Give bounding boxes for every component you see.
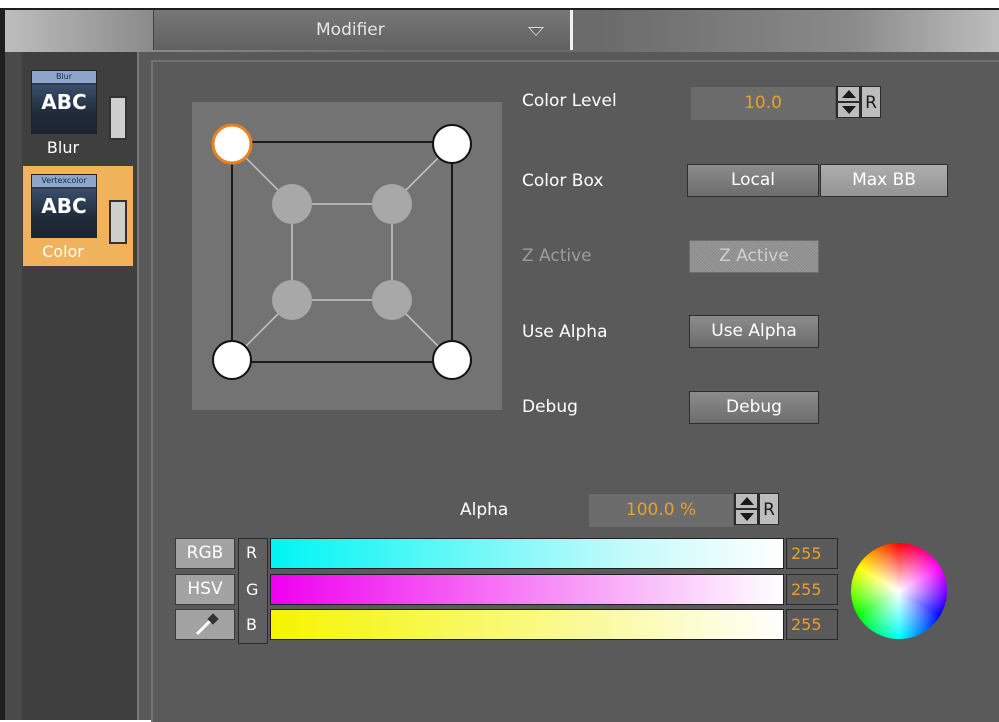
cube-diagram [211,123,472,380]
cube-corner-back-bottom-right[interactable] [372,280,412,320]
use-alpha-label: Use Alpha [522,322,608,342]
channel-b-label: B [246,615,257,634]
blur-thumbnail: Blur ABC [31,70,97,134]
color-level-field[interactable]: 10.0 [691,86,835,120]
thumbnail-title: Blur [32,71,96,83]
cube-corner-front-bottom-right[interactable] [432,340,472,380]
channel-g-slider[interactable] [270,574,784,605]
cube-corner-front-top-right[interactable] [432,124,472,164]
spin-down-icon[interactable] [838,103,859,117]
use-alpha-button[interactable]: Use Alpha [689,315,819,348]
eyedropper-icon [195,613,219,636]
hsv-mode-button[interactable]: HSV [175,574,235,605]
alpha-reset-button[interactable]: R [759,493,779,525]
thumbnail-text: ABC [32,189,96,237]
channel-r-value[interactable]: 255 [786,538,838,569]
modifier-dropdown[interactable]: Modifier [153,10,573,50]
channel-r-slider[interactable] [270,538,784,569]
channel-r-label: R [246,543,258,562]
thumbnail-text: ABC [32,85,96,133]
cube-corner-back-top-left[interactable] [272,184,312,224]
cube-corner-back-bottom-left[interactable] [272,280,312,320]
blur-toggle[interactable] [109,96,127,140]
thumbnail-title: Vertexcolor [32,175,96,187]
debug-button[interactable]: Debug [689,391,819,424]
cube-corner-front-bottom-left[interactable] [212,340,252,380]
spin-up-icon[interactable] [736,494,757,508]
color-toggle[interactable] [109,200,127,244]
color-thumbnail: Vertexcolor ABC [31,174,97,238]
channel-b-slider[interactable] [270,609,784,640]
channel-b-value[interactable]: 255 [786,609,838,640]
channel-g-value[interactable]: 255 [786,574,838,605]
color-level-spinner[interactable] [836,86,861,118]
z-active-label: Z Active [522,246,592,266]
color-level-reset-button[interactable]: R [861,86,881,118]
eyedropper-button[interactable] [175,609,235,640]
alpha-field[interactable]: 100.0 % [589,493,733,527]
debug-label: Debug [522,397,578,417]
color-box-corner-selector [192,102,502,410]
modifier-item-label: Blur [46,138,80,157]
color-box-maxbb-button[interactable]: Max BB [820,164,948,197]
rgb-mode-button[interactable]: RGB [175,538,235,569]
editor-window: Modifier Blur ABC Blur Vertexcolor ABC C… [0,0,999,722]
color-level-label: Color Level [522,91,617,111]
color-wheel[interactable] [851,543,947,639]
cube-corner-front-top-left[interactable] [211,123,253,165]
chevron-down-icon [528,27,544,36]
spin-down-icon[interactable] [736,510,757,524]
alpha-spinner[interactable] [734,493,759,525]
z-active-button[interactable]: Z Active [689,240,819,273]
modifier-item-label: Color [42,242,84,261]
color-box-label: Color Box [522,171,604,191]
cube-corner-back-top-right[interactable] [372,184,412,224]
alpha-label: Alpha [460,500,509,520]
channel-g-label: G [246,580,259,599]
modifier-item-blur[interactable]: Blur ABC Blur [23,62,133,162]
modifier-item-color[interactable]: Vertexcolor ABC Color [23,166,133,266]
modifier-dropdown-label: Modifier [316,20,385,40]
spin-up-icon[interactable] [838,87,859,101]
color-box-local-button[interactable]: Local [687,164,819,197]
